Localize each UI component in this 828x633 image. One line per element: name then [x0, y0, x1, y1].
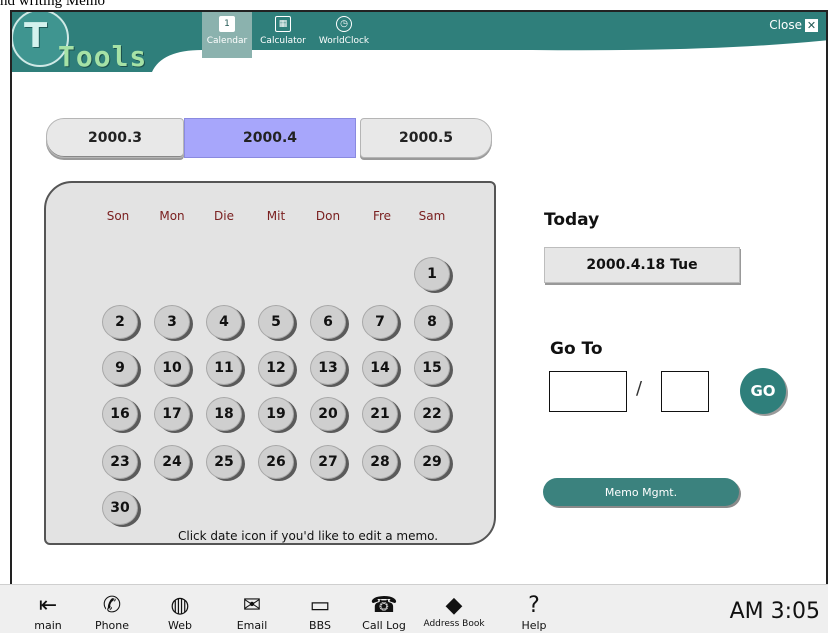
- day-cell[interactable]: 15: [414, 351, 450, 385]
- day-cell[interactable]: 30: [102, 491, 138, 525]
- goto-month-input[interactable]: [661, 371, 709, 412]
- call-log-icon: ☎: [370, 593, 398, 618]
- tab-calendar[interactable]: 1 Calendar: [202, 12, 252, 58]
- day-cell[interactable]: 10: [154, 351, 190, 385]
- day-cell[interactable]: 28: [362, 445, 398, 479]
- goto-separator: /: [636, 378, 643, 399]
- taskbar-help[interactable]: ? Help: [504, 585, 564, 633]
- exit-arrow-icon: ⇤: [38, 593, 58, 618]
- day-cell[interactable]: 9: [102, 351, 138, 385]
- calendar-panel: Son Mon Die Mit Don Fre Sam 1 2 3 4 5 6 …: [44, 181, 496, 545]
- tab-calculator-label: Calculator: [260, 36, 306, 46]
- taskbar-email-label: Email: [236, 619, 268, 632]
- day-cell[interactable]: 24: [154, 445, 190, 479]
- weekday-mon: Mon: [159, 209, 185, 223]
- goto-year-input[interactable]: [549, 371, 627, 412]
- calculator-icon: ▦: [275, 16, 291, 32]
- day-cell[interactable]: 23: [102, 445, 138, 479]
- tab-calendar-label: Calendar: [206, 36, 248, 46]
- day-cell[interactable]: 19: [258, 397, 294, 431]
- day-cell[interactable]: 18: [206, 397, 242, 431]
- calendar-icon: 1: [219, 16, 235, 32]
- day-cell[interactable]: 1: [414, 257, 450, 291]
- taskbar-address-book[interactable]: ◆ Address Book: [423, 585, 485, 633]
- phone-icon: ✆: [102, 593, 122, 618]
- day-cell[interactable]: 3: [154, 305, 190, 339]
- weekday-thu: Don: [315, 209, 341, 223]
- clock-icon: ◷: [336, 16, 352, 32]
- taskbar-email[interactable]: ✉ Email: [222, 585, 282, 633]
- day-cell[interactable]: 27: [310, 445, 346, 479]
- go-button[interactable]: GO: [740, 368, 786, 414]
- envelope-icon: ✉: [242, 593, 262, 618]
- day-cell[interactable]: 20: [310, 397, 346, 431]
- day-cell[interactable]: 6: [310, 305, 346, 339]
- day-cell[interactable]: 11: [206, 351, 242, 385]
- weekday-tue: Die: [214, 209, 234, 223]
- clock-display: AM 3:05: [729, 599, 820, 624]
- taskbar-help-label: Help: [521, 619, 547, 632]
- close-button[interactable]: Close ✕: [769, 18, 818, 32]
- day-cell[interactable]: 29: [414, 445, 450, 479]
- close-icon: ✕: [805, 18, 818, 32]
- taskbar-phone[interactable]: ✆ Phone: [82, 585, 142, 633]
- day-cell[interactable]: 8: [414, 305, 450, 339]
- taskbar: ⇤ main ✆ Phone ◍ Web ✉ Email ▭ BBS ☎ Cal…: [0, 584, 828, 633]
- tab-worldclock-label: WorldClock: [318, 36, 370, 46]
- taskbar-web-label: Web: [168, 619, 192, 632]
- day-cell[interactable]: 2: [102, 305, 138, 339]
- goto-label: Go To: [550, 339, 603, 359]
- caption-text: nd writing Memo: [0, 0, 105, 9]
- day-cell[interactable]: 21: [362, 397, 398, 431]
- weekday-sun: Son: [106, 209, 130, 223]
- taskbar-web[interactable]: ◍ Web: [150, 585, 210, 633]
- today-date: 2000.4.18 Tue: [544, 247, 740, 283]
- day-cell[interactable]: 17: [154, 397, 190, 431]
- computer-icon: ▭: [309, 593, 331, 618]
- day-cell[interactable]: 4: [206, 305, 242, 339]
- day-cell[interactable]: 16: [102, 397, 138, 431]
- address-book-icon: ◆: [445, 593, 463, 618]
- today-label: Today: [544, 210, 600, 230]
- day-cell[interactable]: 26: [258, 445, 294, 479]
- day-cell[interactable]: 12: [258, 351, 294, 385]
- weekday-wed: Mit: [266, 209, 286, 223]
- taskbar-call-log-label: Call Log: [362, 619, 406, 632]
- tab-worldclock[interactable]: ◷ WorldClock: [314, 12, 374, 58]
- taskbar-main-label: main: [34, 619, 62, 632]
- weekday-sat: Sam: [418, 209, 446, 223]
- day-cell[interactable]: 14: [362, 351, 398, 385]
- memo-mgmt-button[interactable]: Memo Mgmt.: [543, 478, 739, 506]
- tab-calculator[interactable]: ▦ Calculator: [254, 12, 312, 58]
- logo-t: T: [24, 16, 48, 56]
- help-icon: ?: [528, 593, 540, 618]
- taskbar-phone-label: Phone: [94, 619, 130, 632]
- current-month: 2000.4: [184, 118, 356, 158]
- calendar-hint: Click date icon if you'd like to edit a …: [178, 529, 439, 543]
- day-cell[interactable]: 7: [362, 305, 398, 339]
- globe-icon: ◍: [170, 593, 190, 618]
- taskbar-bbs-label: BBS: [309, 619, 331, 632]
- taskbar-bbs[interactable]: ▭ BBS: [290, 585, 350, 633]
- taskbar-address-book-label: Address Book: [423, 619, 485, 629]
- day-cell[interactable]: 22: [414, 397, 450, 431]
- app-logo: Tools: [58, 40, 148, 73]
- close-label: Close: [769, 18, 802, 32]
- prev-month-button[interactable]: 2000.3: [46, 118, 184, 158]
- next-month-button[interactable]: 2000.5: [360, 118, 492, 158]
- day-cell[interactable]: 13: [310, 351, 346, 385]
- day-cell[interactable]: 25: [206, 445, 242, 479]
- day-cell[interactable]: 5: [258, 305, 294, 339]
- app-header: T Tools 1 Calendar ▦ Calculator ◷ WorldC…: [12, 12, 826, 74]
- taskbar-call-log[interactable]: ☎ Call Log: [354, 585, 414, 633]
- taskbar-main[interactable]: ⇤ main: [18, 585, 78, 633]
- weekday-fri: Fre: [372, 209, 392, 223]
